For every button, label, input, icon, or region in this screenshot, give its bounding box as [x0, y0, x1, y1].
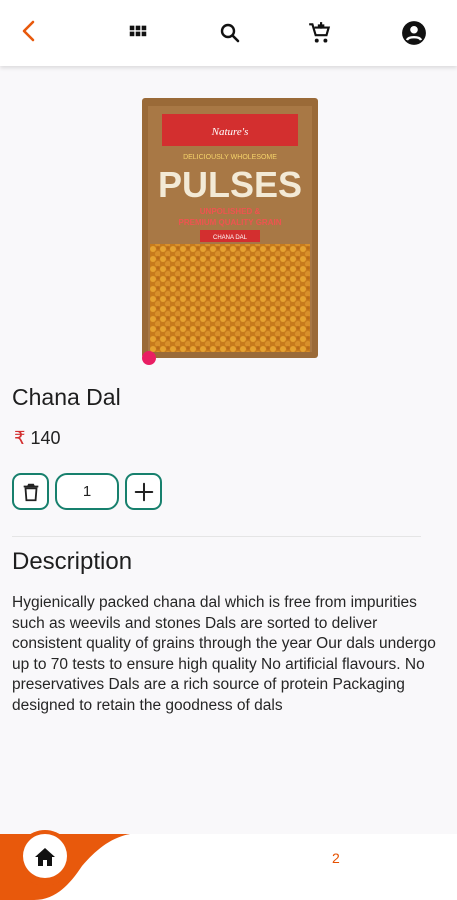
- description-heading: Description: [12, 548, 133, 575]
- product-image: Nature's DELICIOUSLY WHOLESOME PULSES UN…: [142, 98, 318, 358]
- account-icon: [402, 21, 426, 45]
- price-value: 140: [30, 428, 61, 448]
- trash-icon: [23, 483, 38, 501]
- product-price: ₹140: [14, 428, 61, 449]
- cart-tab[interactable]: [302, 0, 338, 66]
- cart-count-badge: 2: [332, 850, 340, 866]
- delete-button[interactable]: [12, 473, 49, 510]
- section-divider: [12, 536, 421, 537]
- search-tab[interactable]: [212, 0, 248, 66]
- packet-tagline: DELICIOUSLY WHOLESOME: [183, 154, 277, 161]
- chevron-left-icon[interactable]: [14, 16, 44, 46]
- product-title: Chana Dal: [12, 384, 121, 410]
- packet-title: PULSES: [158, 164, 302, 205]
- plus-icon: [134, 482, 153, 501]
- brand-logo-text: Nature's: [211, 126, 249, 138]
- currency-symbol: ₹: [14, 428, 26, 448]
- quantity-field[interactable]: 1: [55, 473, 119, 510]
- description-text: Hygienically packed chana dal which is f…: [12, 594, 436, 714]
- search-icon: [220, 23, 240, 43]
- packet-subtitle-2: PREMIUM QUALITY GRAIN: [179, 218, 282, 227]
- home-tab[interactable]: [0, 826, 140, 900]
- grid-icon: [129, 25, 147, 37]
- increase-quantity-button[interactable]: [125, 473, 162, 510]
- categories-tab[interactable]: [120, 0, 156, 66]
- account-tab[interactable]: [396, 0, 432, 66]
- cart-icon: [309, 22, 331, 43]
- image-carousel-indicator[interactable]: [142, 351, 156, 365]
- packet-variant: CHANA DAL: [213, 235, 248, 241]
- packet-subtitle-1: UNPOLISHED &: [200, 207, 261, 216]
